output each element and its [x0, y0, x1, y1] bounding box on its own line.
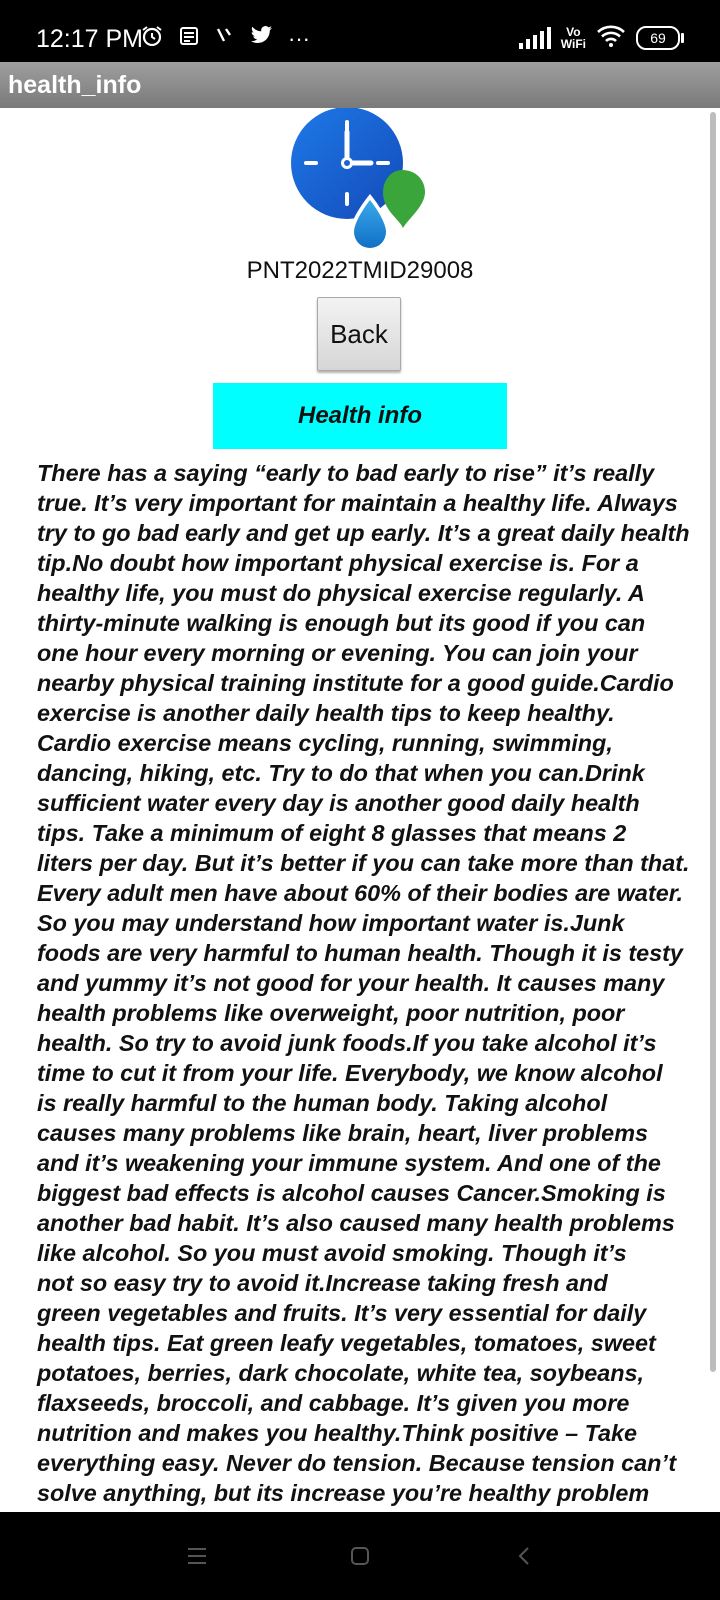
status-time: 12:17 PM: [36, 25, 144, 53]
more-icon: ···: [288, 26, 310, 51]
battery-icon: 69: [636, 26, 684, 50]
navigation-bar: [0, 1512, 720, 1600]
wifi-icon: [596, 24, 626, 53]
twitter-icon: [250, 25, 274, 53]
battery-level: 69: [650, 30, 666, 46]
app-id: PNT2022TMID29008: [246, 257, 474, 284]
health-info-text: There has a saying “early to bad early t…: [37, 460, 690, 1506]
health-info-header: Health info: [213, 383, 507, 449]
app-logo: [290, 108, 440, 254]
main-content[interactable]: PNT2022TMID29008 Back Health info There …: [0, 108, 720, 1512]
title-bar: health_info: [0, 62, 720, 108]
home-icon[interactable]: [340, 1536, 380, 1576]
network-label: Vo WiFi: [560, 25, 586, 51]
back-icon[interactable]: [505, 1536, 545, 1576]
notes-icon: [178, 25, 200, 53]
back-button[interactable]: Back: [317, 297, 401, 371]
download-icon: [214, 25, 236, 53]
alarm-icon: [140, 24, 164, 54]
app-title: health_info: [8, 71, 142, 99]
notification-icons: ···: [140, 24, 310, 54]
system-icons: Vo WiFi 69: [518, 20, 684, 56]
scrollbar[interactable]: [710, 112, 716, 1372]
status-bar: 12:17 PM ··· Vo WiFi 69: [0, 0, 720, 62]
menu-icon[interactable]: [177, 1536, 217, 1576]
signal-icon: [518, 27, 551, 49]
